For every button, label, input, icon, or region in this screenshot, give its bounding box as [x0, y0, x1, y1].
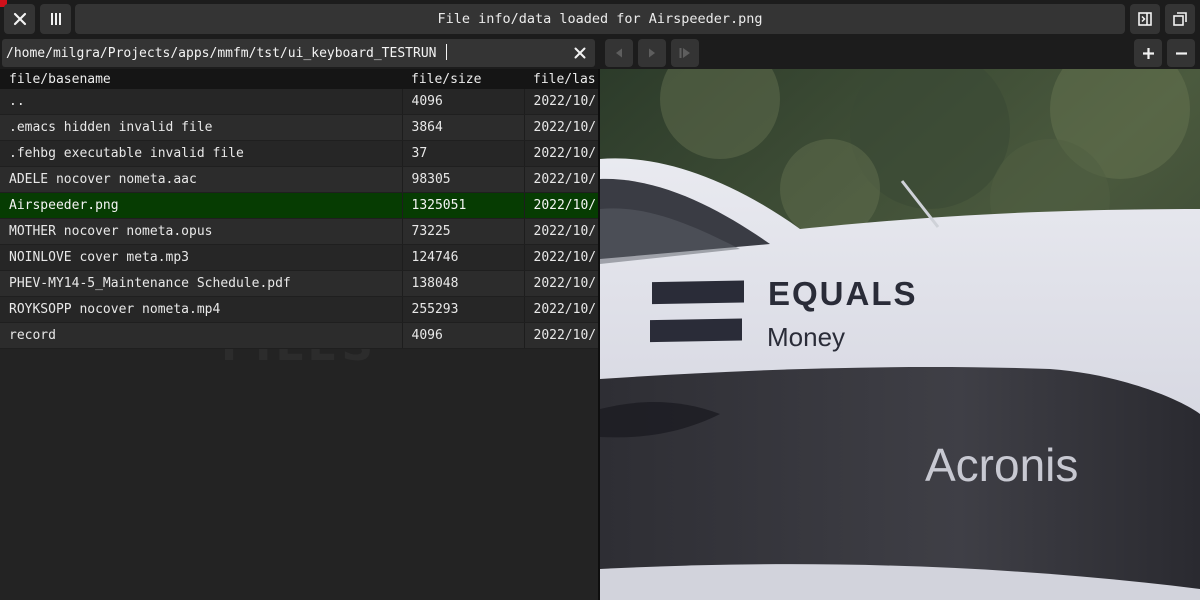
- cell-size: 124746: [402, 244, 525, 271]
- cell-name: MOTHER nocover nometa.opus: [0, 218, 403, 245]
- cell-date: 2022/10/: [524, 218, 598, 245]
- window-title: File info/data loaded for Airspeeder.png: [75, 4, 1125, 34]
- text-caret: [446, 44, 447, 60]
- columns-icon: [50, 13, 61, 25]
- clear-icon: [574, 47, 586, 59]
- cell-date: 2022/10/: [524, 114, 598, 141]
- fullscreen-button[interactable]: [1165, 4, 1195, 34]
- prev-icon: [616, 48, 622, 58]
- cell-date: 2022/10/: [524, 270, 598, 297]
- play-button[interactable]: [638, 39, 666, 67]
- cell-size: 1325051: [402, 192, 525, 219]
- table-row[interactable]: .fehbg executable invalid file 37 2022/10/: [0, 140, 598, 167]
- previous-button[interactable]: [605, 39, 633, 67]
- preview-text-equals: EQUALS: [768, 275, 918, 312]
- cell-size: 73225: [402, 218, 525, 245]
- table-row[interactable]: PHEV-MY14-5_Maintenance Schedule.pdf 1380…: [0, 270, 598, 297]
- table-row[interactable]: ROYKSOPP nocover nometa.mp4 255293 2022/10…: [0, 296, 598, 323]
- cell-size: 37: [402, 140, 525, 167]
- cell-date: 2022/10/: [524, 296, 598, 323]
- file-table: file/basename file/size file/las .. 4096 2…: [0, 69, 598, 349]
- zoom-out-icon: [1175, 51, 1187, 55]
- image-preview[interactable]: EQUALS Money Acronis: [600, 69, 1200, 600]
- cell-size: 4096: [402, 322, 525, 349]
- cell-size: 3864: [402, 114, 525, 141]
- cell-name: ADELE nocover nometa.aac: [0, 166, 403, 193]
- cell-date: 2022/10/: [524, 244, 598, 271]
- panel-icon: [1138, 12, 1152, 26]
- table-row[interactable]: NOINLOVE cover meta.mp3 124746 2022/10/: [0, 244, 598, 271]
- table-row[interactable]: MOTHER nocover nometa.opus 73225 2022/10/: [0, 218, 598, 245]
- cell-name: NOINLOVE cover meta.mp3: [0, 244, 403, 271]
- cell-date: 2022/10/: [524, 89, 598, 115]
- cell-name: record: [0, 322, 403, 349]
- next-icon: [679, 48, 690, 58]
- table-row[interactable]: .. 4096 2022/10/: [0, 89, 598, 115]
- cell-size: 138048: [402, 270, 525, 297]
- path-input[interactable]: [2, 39, 595, 67]
- clear-path-button[interactable]: [570, 43, 590, 63]
- file-list-pane[interactable]: FILES file/basename file/size file/las .…: [0, 69, 598, 600]
- table-row[interactable]: ADELE nocover nometa.aac 98305 2022/10/: [0, 166, 598, 193]
- play-icon: [649, 48, 655, 58]
- cell-name: Airspeeder.png: [0, 192, 403, 219]
- cell-size: 4096: [402, 89, 525, 115]
- preview-image: EQUALS Money Acronis: [600, 69, 1200, 600]
- column-header-last-modified[interactable]: file/las: [524, 69, 598, 89]
- zoom-in-button[interactable]: [1134, 39, 1162, 67]
- cell-date: 2022/10/: [524, 166, 598, 193]
- preview-text-money: Money: [767, 322, 845, 352]
- cell-date: 2022/10/: [524, 140, 598, 167]
- toggle-panel-button[interactable]: [1130, 4, 1160, 34]
- table-row[interactable]: record 4096 2022/10/: [0, 322, 598, 349]
- column-header-basename[interactable]: file/basename: [0, 69, 402, 89]
- table-row[interactable]: .emacs hidden invalid file 3864 2022/10/: [0, 114, 598, 141]
- cell-date: 2022/10/: [524, 192, 598, 219]
- fullscreen-icon: [1173, 12, 1187, 26]
- cell-date: 2022/10/: [524, 322, 598, 349]
- table-row-selected[interactable]: Airspeeder.png 1325051 2022/10/: [0, 192, 598, 219]
- cell-name: ROYKSOPP nocover nometa.mp4: [0, 296, 403, 323]
- cell-name: .emacs hidden invalid file: [0, 114, 403, 141]
- cell-size: 255293: [402, 296, 525, 323]
- close-icon: [13, 12, 26, 26]
- cell-name: ..: [0, 89, 403, 115]
- columns-button[interactable]: [40, 4, 71, 34]
- cell-size: 98305: [402, 166, 525, 193]
- zoom-out-button[interactable]: [1167, 39, 1195, 67]
- table-header-row: file/basename file/size file/las: [0, 69, 598, 89]
- next-button[interactable]: [671, 39, 699, 67]
- cell-name: PHEV-MY14-5_Maintenance Schedule.pdf: [0, 270, 403, 297]
- cell-name: .fehbg executable invalid file: [0, 140, 403, 167]
- zoom-in-icon: [1142, 47, 1154, 59]
- column-header-size[interactable]: file/size: [402, 69, 524, 89]
- close-button[interactable]: [4, 4, 35, 34]
- preview-text-acronis: Acronis: [925, 439, 1078, 491]
